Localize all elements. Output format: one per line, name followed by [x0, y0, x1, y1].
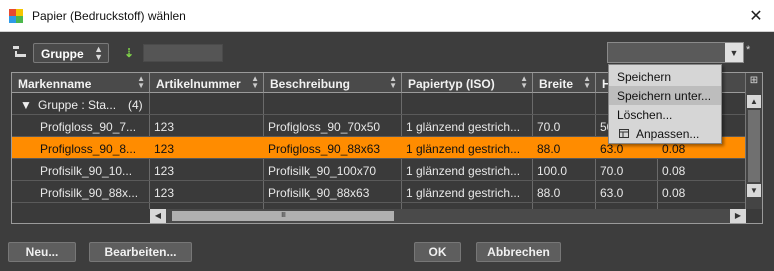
menu-item-save-as[interactable]: Speichern unter... [609, 86, 721, 105]
sort-icon: ▲ ▼ [583, 74, 591, 90]
expand-icon[interactable]: ▼ [20, 93, 32, 115]
customize-icon [619, 129, 629, 138]
vertical-scrollbar[interactable]: ⊞ ▲ ▼ [745, 73, 762, 209]
table-row[interactable]: Profisilk_90_10... 123 Profisilk_90_100x… [12, 159, 746, 181]
edit-button[interactable]: Bearbeiten... [89, 242, 192, 262]
sort-icon: ▲ ▼ [389, 74, 397, 90]
ok-button[interactable]: OK [414, 242, 461, 262]
new-button[interactable]: Neu... [8, 242, 76, 262]
app-icon [9, 9, 23, 23]
title-bar: Papier (Bedruckstoff) wählen ✕ [0, 0, 774, 32]
group-tree-icon [13, 46, 26, 57]
menu-item-save[interactable]: Speichern [609, 67, 721, 86]
close-icon: ✕ [749, 7, 763, 25]
column-header[interactable]: Markenname ▲ ▼ [12, 73, 150, 93]
updown-icon: ▲ ▼ [94, 44, 103, 62]
cancel-button[interactable]: Abbrechen [476, 242, 561, 262]
group-select[interactable]: Gruppe ▲ ▼ [33, 43, 109, 63]
modified-indicator: * [746, 44, 751, 56]
column-header[interactable]: Papiertyp (ISO) ▲ ▼ [402, 73, 533, 93]
sort-icon: ▲ ▼ [137, 74, 145, 90]
chevron-down-icon[interactable]: ▼ [725, 43, 743, 62]
sort-icon: ▲ ▼ [520, 74, 528, 90]
context-menu: Speichern Speichern unter... Löschen... … [608, 64, 722, 144]
group-label: Gruppe : Sta... [38, 98, 117, 112]
search-input[interactable] [143, 44, 223, 62]
scroll-right-icon[interactable]: ▶ [730, 209, 746, 223]
menu-item-customize[interactable]: Anpassen... [609, 124, 721, 143]
sort-icon: ▲ ▼ [251, 74, 259, 90]
menu-item-delete[interactable]: Löschen... [609, 105, 721, 124]
column-header[interactable]: Breite ▲ ▼ [533, 73, 596, 93]
scroll-left-icon[interactable]: ◀ [150, 209, 166, 223]
menu-item-label: Anpassen... [636, 127, 700, 141]
window-title: Papier (Bedruckstoff) wählen [32, 9, 186, 23]
table-row[interactable]: Profisilk_90_88x... 123 Profisilk_90_88x… [12, 181, 746, 203]
column-settings-icon[interactable]: ⊞ [747, 75, 761, 89]
column-header[interactable]: Beschreibung ▲ ▼ [264, 73, 402, 93]
column-header[interactable]: Artikelnummer ▲ ▼ [150, 73, 264, 93]
group-select-label: Gruppe [41, 47, 84, 61]
sort-icon[interactable]: ⇣ [124, 46, 134, 60]
scroll-thumb[interactable] [748, 110, 760, 182]
preset-dropdown[interactable]: ▼ [607, 42, 744, 63]
scroll-thumb[interactable]: IIII [172, 211, 394, 221]
scroll-down-icon[interactable]: ▼ [747, 184, 761, 197]
scroll-up-icon[interactable]: ▲ [747, 95, 761, 108]
close-button[interactable]: ✕ [738, 0, 774, 31]
group-count: (4) [128, 98, 143, 112]
horizontal-scrollbar[interactable]: ◀ IIII ▶ [150, 209, 746, 223]
